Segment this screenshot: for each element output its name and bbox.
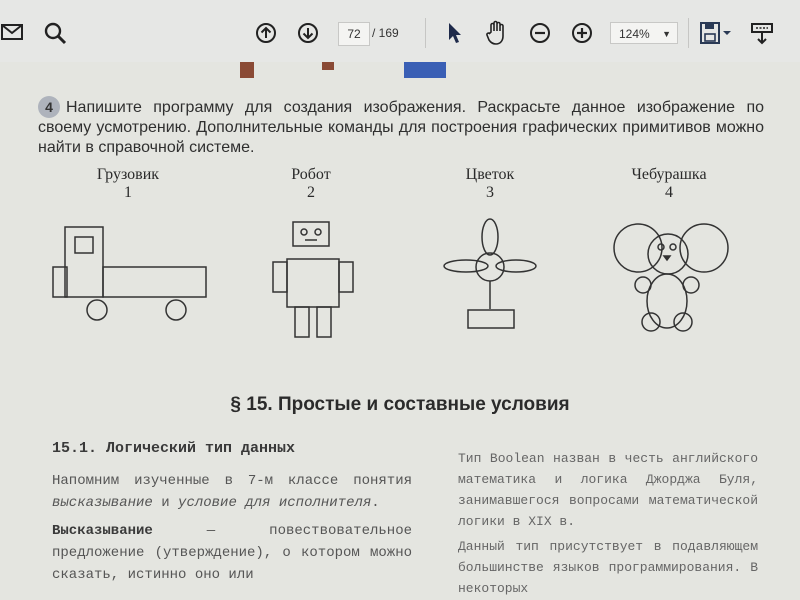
figure-label-robot: Робот 2 xyxy=(291,166,331,201)
zoom-in-icon[interactable] xyxy=(570,21,594,45)
figure-label-flower: Цветок 3 xyxy=(465,166,515,201)
task-number: 4 xyxy=(38,96,60,118)
paragraph: Высказывание — повествовательное предлож… xyxy=(52,523,412,583)
zoom-out-icon[interactable] xyxy=(528,21,552,45)
mail-icon[interactable] xyxy=(0,20,24,44)
page-total: / 169 xyxy=(372,26,399,40)
chevron-down-icon: ▼ xyxy=(662,29,671,39)
divider xyxy=(425,18,426,48)
figure-label-cheburashka: Чебурашка 4 xyxy=(631,166,707,201)
pdf-toolbar: 72 / 169 124% ▼ xyxy=(0,0,800,63)
task-text: 4 Напишите программу для создания изображ… xyxy=(38,96,764,158)
zoom-search-icon[interactable] xyxy=(42,20,68,46)
left-column-text: Напомним изученные в 7-м классе понятия … xyxy=(52,470,412,586)
paragraph: Тип Boolean назван в честь английского м… xyxy=(458,451,758,529)
save-icon[interactable] xyxy=(698,20,732,48)
section-heading: § 15. Простые и составные условия xyxy=(230,394,570,415)
figure-fragment xyxy=(404,62,446,78)
figures-drawing xyxy=(52,218,729,338)
robot-figure xyxy=(272,221,354,338)
flower-figure xyxy=(443,218,537,329)
cheburashka-figure xyxy=(613,223,729,332)
paragraph: Данный тип присутствует в подавляющем бо… xyxy=(458,539,758,596)
divider xyxy=(688,18,689,48)
right-column-text: Тип Boolean назван в честь английского м… xyxy=(458,448,758,599)
zoom-select[interactable]: 124% ▼ xyxy=(610,22,678,44)
page-down-icon[interactable] xyxy=(296,21,320,45)
select-cursor-icon[interactable] xyxy=(444,20,466,46)
download-icon[interactable] xyxy=(748,20,776,48)
truck-figure xyxy=(52,226,207,321)
figure-fragment xyxy=(240,62,254,78)
zoom-value: 124% xyxy=(619,27,650,41)
task-body: Напишите программу для создания изображе… xyxy=(38,99,764,156)
figure-label-truck: Грузовик 1 xyxy=(96,166,160,201)
page-up-icon[interactable] xyxy=(254,21,278,45)
document-page: 4 Напишите программу для создания изображ… xyxy=(0,62,800,600)
paragraph: Напомним изученные в 7-м классе понятия … xyxy=(52,473,412,511)
subsection-title: 15.1. Логический тип данных xyxy=(52,440,296,457)
figure-fragment xyxy=(322,62,334,70)
page-number-input[interactable]: 72 xyxy=(338,22,370,46)
hand-tool-icon[interactable] xyxy=(484,19,510,47)
